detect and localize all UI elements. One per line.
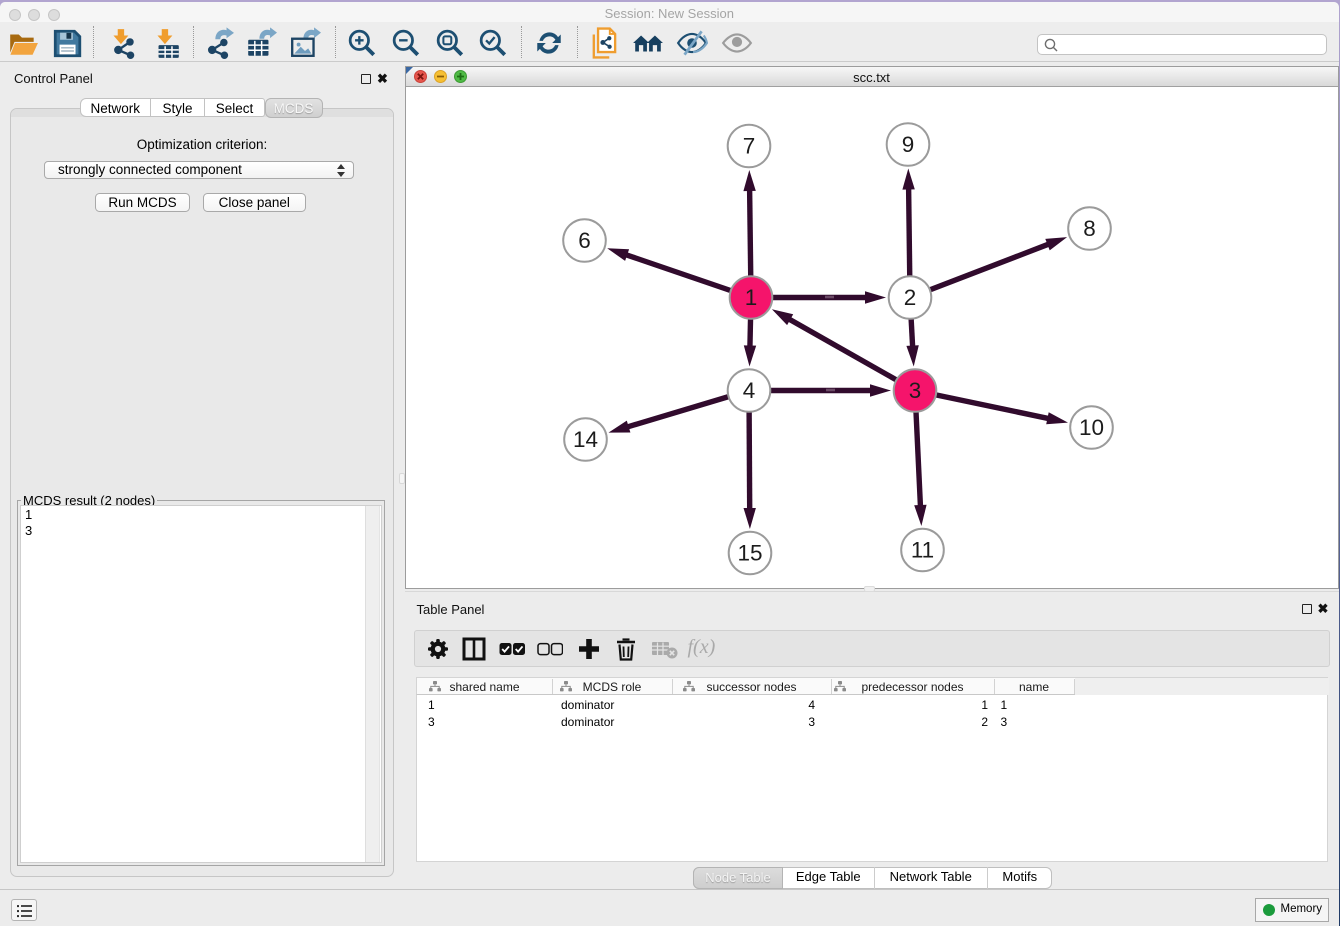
svg-text:9: 9 bbox=[901, 132, 914, 157]
svg-text:4: 4 bbox=[742, 378, 755, 403]
svg-text:7: 7 bbox=[742, 133, 755, 158]
svg-text:10: 10 bbox=[1078, 415, 1103, 440]
svg-text:11: 11 bbox=[910, 537, 933, 562]
svg-text:3: 3 bbox=[908, 378, 921, 403]
svg-text:15: 15 bbox=[737, 540, 762, 565]
svg-text:8: 8 bbox=[1083, 216, 1096, 241]
svg-text:2: 2 bbox=[903, 285, 916, 310]
svg-text:6: 6 bbox=[578, 228, 591, 253]
svg-text:1: 1 bbox=[744, 285, 757, 310]
svg-text:14: 14 bbox=[572, 427, 597, 452]
